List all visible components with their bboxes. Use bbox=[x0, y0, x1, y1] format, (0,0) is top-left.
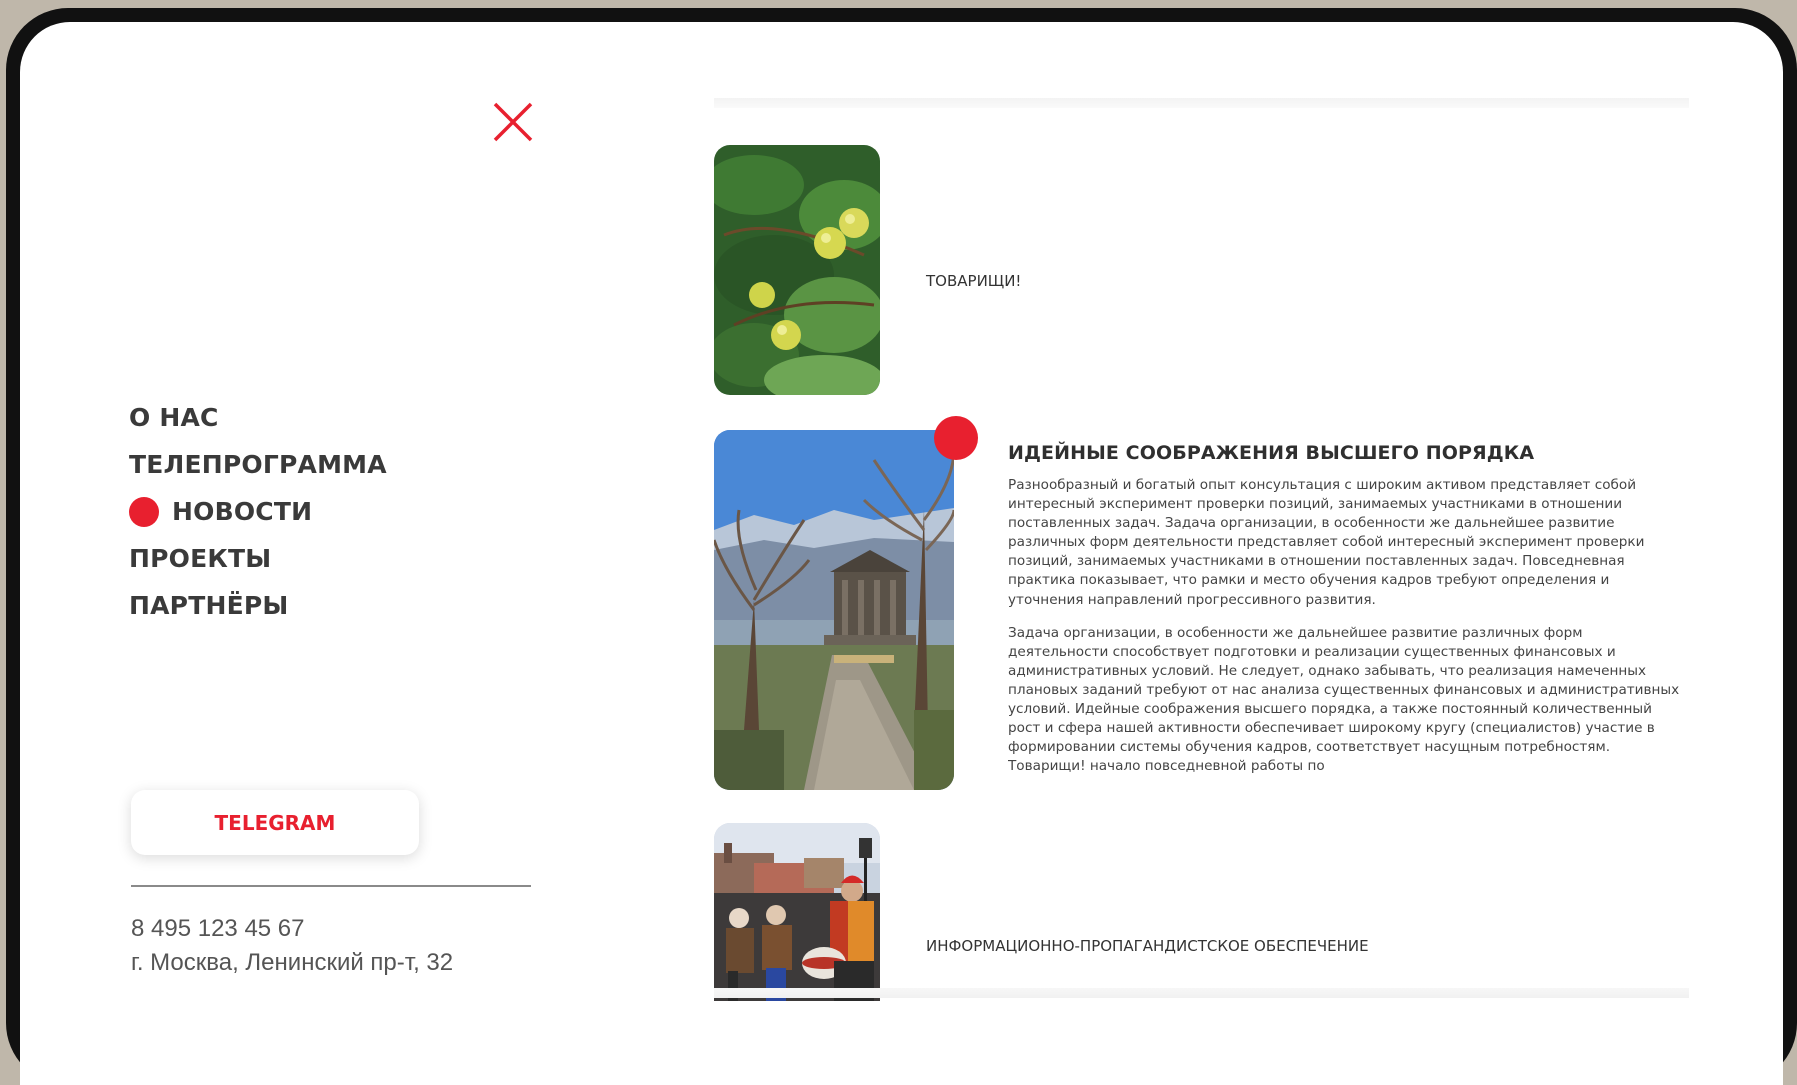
nav-item-tv-program[interactable]: ТЕЛЕПРОГРАММА bbox=[129, 441, 387, 488]
nav-item-partners[interactable]: ПАРТНЁРЫ bbox=[129, 582, 387, 629]
nav-item-label: О НАС bbox=[129, 403, 219, 432]
news-image-temple[interactable] bbox=[714, 430, 954, 790]
nav-item-label: ПАРТНЁРЫ bbox=[129, 591, 289, 620]
news-title-info-support[interactable]: ИНФОРМАЦИОННО-ПРОПАГАНДИСТСКОЕ ОБЕСПЕЧЕН… bbox=[926, 937, 1369, 955]
close-icon[interactable] bbox=[488, 97, 538, 147]
featured-indicator-dot bbox=[934, 416, 978, 460]
nav-item-label: ПРОЕКТЫ bbox=[129, 544, 272, 573]
menu-screen: О НАС ТЕЛЕПРОГРАММА НОВОСТИ ПРОЕКТЫ ПАРТ… bbox=[20, 22, 1783, 1085]
nav-item-news[interactable]: НОВОСТИ bbox=[129, 488, 387, 535]
nav-item-projects[interactable]: ПРОЕКТЫ bbox=[129, 535, 387, 582]
contact-info: 8 495 123 45 67 г. Москва, Ленинский пр-… bbox=[131, 912, 453, 980]
featured-news-body: Разнообразный и богатый опыт консультаци… bbox=[1008, 476, 1680, 794]
featured-news-paragraph: Задача организации, в особенности же дал… bbox=[1008, 624, 1680, 775]
news-image-drummers[interactable] bbox=[714, 823, 880, 1001]
list-top-fade bbox=[714, 98, 1689, 108]
active-indicator-dot bbox=[129, 496, 159, 527]
nav-item-label: ТЕЛЕПРОГРАММА bbox=[129, 450, 387, 479]
address: г. Москва, Ленинский пр-т, 32 bbox=[131, 949, 454, 976]
nav-item-about[interactable]: О НАС bbox=[129, 394, 387, 441]
divider bbox=[131, 885, 531, 887]
featured-news-paragraph: Разнообразный и богатый опыт консультаци… bbox=[1008, 477, 1645, 608]
list-bottom-fade bbox=[714, 988, 1689, 998]
news-title-comrades[interactable]: ТОВАРИЩИ! bbox=[926, 272, 1021, 290]
phone-number[interactable]: 8 495 123 45 67 bbox=[131, 912, 453, 946]
telegram-button-label: TELEGRAM bbox=[214, 810, 336, 835]
main-nav: О НАС ТЕЛЕПРОГРАММА НОВОСТИ ПРОЕКТЫ ПАРТ… bbox=[129, 394, 387, 629]
telegram-button[interactable]: TELEGRAM bbox=[131, 790, 419, 855]
device-frame: О НАС ТЕЛЕПРОГРАММА НОВОСТИ ПРОЕКТЫ ПАРТ… bbox=[6, 8, 1797, 1085]
featured-news-title[interactable]: ИДЕЙНЫЕ СООБРАЖЕНИЯ ВЫСШЕГО ПОРЯДКА bbox=[1008, 442, 1668, 464]
news-image-apples[interactable] bbox=[714, 145, 880, 395]
nav-item-label: НОВОСТИ bbox=[172, 497, 313, 526]
